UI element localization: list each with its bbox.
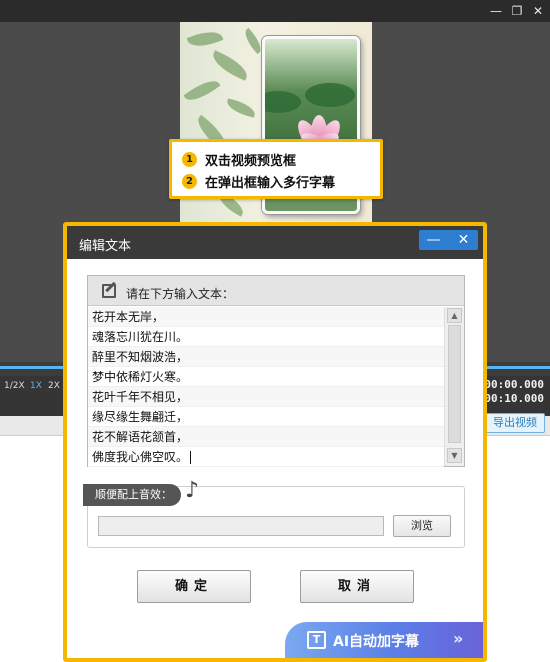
- callout-step-text: 双击视频预览框: [205, 153, 297, 169]
- scroll-down-icon[interactable]: ▼: [447, 448, 462, 463]
- timecode-current: 00:00.000: [484, 378, 544, 391]
- double-chevron-icon: »: [453, 629, 464, 648]
- text-line-last[interactable]: 佛度我心佛空叹。: [88, 447, 444, 467]
- text-input-panel: 请在下方输入文本： 花开本无岸， 魂落忘川犹在川。 醉里不知烟波浩， 梦中依稀灯…: [87, 275, 465, 467]
- text-line[interactable]: 花不解语花颔首，: [88, 427, 444, 447]
- instruction-callout: 1 双击视频预览框 2 在弹出框输入多行字幕: [169, 139, 383, 199]
- callout-step: 1 双击视频预览框: [182, 150, 297, 169]
- subtitle-textarea[interactable]: 花开本无岸， 魂落忘川犹在川。 醉里不知烟波浩， 梦中依稀灯火寒。 花叶千年不相…: [88, 307, 444, 467]
- dialog-minimize-icon[interactable]: —: [419, 230, 448, 250]
- audio-path-field[interactable]: [98, 516, 384, 536]
- minimize-icon[interactable]: —: [488, 3, 504, 19]
- close-icon[interactable]: ✕: [530, 3, 546, 19]
- audio-section-label: 顺便配上音效：: [83, 484, 181, 506]
- speed-option[interactable]: 2X: [48, 381, 60, 391]
- text-line[interactable]: 花叶千年不相见，: [88, 387, 444, 407]
- text-line[interactable]: 梦中依稀灯火寒。: [88, 367, 444, 387]
- edit-text-dialog: 编辑文本 — ✕ 请在下方输入文本： 花开本无岸， 魂落忘川犹在川。 醉里不知烟…: [63, 222, 487, 662]
- timecode-total: 00:10.000: [484, 392, 544, 405]
- ok-button[interactable]: 确定: [137, 570, 251, 603]
- dialog-close-icon[interactable]: ✕: [449, 230, 478, 250]
- maximize-icon[interactable]: ❐: [509, 3, 525, 19]
- dialog-window-buttons: — ✕: [419, 230, 478, 250]
- text-add-icon: T: [307, 631, 326, 649]
- scroll-thumb[interactable]: [448, 325, 461, 443]
- scroll-up-icon[interactable]: ▲: [447, 308, 462, 323]
- step-number-badge: 2: [182, 173, 197, 189]
- music-note-icon: ♪: [185, 478, 200, 503]
- panel-header-label: 请在下方输入文本：: [126, 287, 235, 301]
- speed-option[interactable]: 1/2X: [4, 381, 25, 391]
- dialog-titlebar: 编辑文本 — ✕: [67, 226, 483, 259]
- text-caret: [190, 451, 192, 464]
- text-line-content: 佛度我心佛空叹。: [92, 450, 189, 464]
- text-line[interactable]: 花开本无岸，: [88, 307, 444, 327]
- callout-step: 2 在弹出框输入多行字幕: [182, 172, 336, 191]
- app-titlebar: — ❐ ✕: [0, 0, 550, 22]
- dialog-title: 编辑文本: [79, 239, 132, 254]
- callout-step-text: 在弹出框输入多行字幕: [205, 175, 336, 191]
- ai-subtitle-button[interactable]: T AI自动加字幕 »: [285, 622, 483, 658]
- panel-header: 请在下方输入文本：: [88, 276, 464, 306]
- browse-button[interactable]: 浏览: [393, 515, 451, 537]
- ai-subtitle-label: AI自动加字幕: [333, 634, 420, 650]
- export-video-button[interactable]: 导出视频: [485, 413, 545, 433]
- step-number-badge: 1: [182, 151, 197, 167]
- cancel-button[interactable]: 取消: [300, 570, 414, 603]
- vertical-scrollbar[interactable]: ▲ ▼: [444, 307, 464, 466]
- text-line[interactable]: 醉里不知烟波浩，: [88, 347, 444, 367]
- text-line[interactable]: 缘尽缘生舞翩迁，: [88, 407, 444, 427]
- edit-icon: [102, 284, 116, 298]
- speed-option-active[interactable]: 1X: [30, 381, 42, 391]
- text-line[interactable]: 魂落忘川犹在川。: [88, 327, 444, 347]
